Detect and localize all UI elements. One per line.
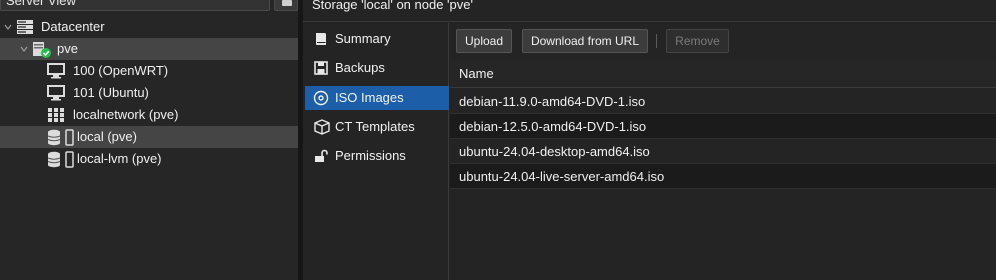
iso-images-panel: Upload Download from URL Remove Name deb… — [450, 23, 996, 280]
tree-item-node-pve[interactable]: pve — [0, 38, 298, 60]
column-header-label: Name — [459, 66, 494, 81]
tree-item-label: local-lvm (pve) — [77, 151, 162, 166]
nav-item-label: Summary — [335, 31, 391, 46]
chevron-down-icon[interactable] — [2, 16, 14, 38]
nav-item-label: Permissions — [335, 148, 406, 163]
book-icon — [316, 33, 326, 45]
download-from-url-button[interactable]: Download from URL — [522, 29, 648, 53]
tree-item-label: 101 (Ubuntu) — [73, 85, 149, 100]
tree-item-storage-local[interactable]: local (pve) — [0, 126, 298, 148]
view-selector[interactable]: Server View — [0, 0, 270, 11]
floppy-icon — [314, 61, 328, 75]
iso-filename: ubuntu-24.04-desktop-amd64.iso — [459, 144, 650, 159]
tree-item-vm[interactable]: 101 (Ubuntu) — [0, 82, 298, 104]
nav-item-backups[interactable]: Backups — [305, 56, 449, 80]
monitor-icon — [47, 85, 65, 101]
nav-item-label: CT Templates — [335, 119, 415, 134]
iso-filename: debian-12.5.0-amd64-DVD-1.iso — [459, 119, 647, 134]
storage-nav: Summary Backups ISO Images CT Templates … — [303, 23, 449, 280]
toolbar: Upload Download from URL Remove — [450, 23, 996, 59]
grid-icon — [48, 108, 64, 122]
content-header: Storage 'local' on node 'pve' — [303, 0, 996, 22]
tree-item-vm[interactable]: 100 (OpenWRT) — [0, 60, 298, 82]
server-rack-icon — [17, 20, 33, 34]
table-row[interactable]: ubuntu-24.04-live-server-amd64.iso — [450, 164, 996, 189]
nav-item-label: ISO Images — [335, 90, 404, 105]
tree-item-sdn[interactable]: localnetwork (pve) — [0, 104, 298, 126]
upload-button[interactable]: Upload — [456, 29, 512, 53]
chevron-down-icon[interactable] — [18, 38, 30, 60]
nav-item-iso-images[interactable]: ISO Images — [305, 86, 449, 110]
tree-item-label: Datacenter — [41, 19, 105, 34]
iso-filename: debian-11.9.0-amd64-DVD-1.iso — [459, 94, 646, 109]
remove-button[interactable]: Remove — [666, 29, 729, 53]
tree-item-label: localnetwork (pve) — [73, 107, 179, 122]
table-row[interactable]: debian-11.9.0-amd64-DVD-1.iso — [450, 89, 996, 114]
page-title: Storage 'local' on node 'pve' — [312, 0, 473, 12]
tree-item-label: local (pve) — [77, 129, 137, 144]
node-online-icon — [33, 42, 51, 58]
table-row[interactable]: debian-12.5.0-amd64-DVD-1.iso — [450, 114, 996, 139]
storage-icon — [47, 151, 74, 168]
tree-item-label: 100 (OpenWRT) — [73, 63, 169, 78]
iso-filename: ubuntu-24.04-live-server-amd64.iso — [459, 169, 665, 184]
tree-item-storage-lvm[interactable]: local-lvm (pve) — [0, 148, 298, 170]
storage-icon — [47, 129, 74, 146]
unlock-icon — [315, 149, 328, 162]
tree-item-datacenter[interactable]: Datacenter — [0, 16, 298, 38]
nav-item-summary[interactable]: Summary — [305, 27, 449, 51]
nav-item-ct-templates[interactable]: CT Templates — [305, 115, 449, 139]
view-selector-value: Server View — [6, 0, 76, 8]
tree-item-label: pve — [57, 41, 78, 56]
cube-icon — [314, 119, 330, 135]
resource-tree: Server View Datacenter pve 100 (OpenWRT)… — [0, 0, 298, 280]
column-header-name[interactable]: Name — [450, 60, 996, 88]
monitor-icon — [47, 63, 65, 79]
nav-item-permissions[interactable]: Permissions — [305, 144, 449, 168]
gear-icon — [282, 0, 292, 6]
table-row[interactable]: ubuntu-24.04-desktop-amd64.iso — [450, 139, 996, 164]
nav-item-label: Backups — [335, 60, 385, 75]
view-settings-button[interactable] — [274, 0, 298, 11]
disc-icon — [313, 90, 329, 106]
toolbar-separator — [656, 34, 657, 48]
